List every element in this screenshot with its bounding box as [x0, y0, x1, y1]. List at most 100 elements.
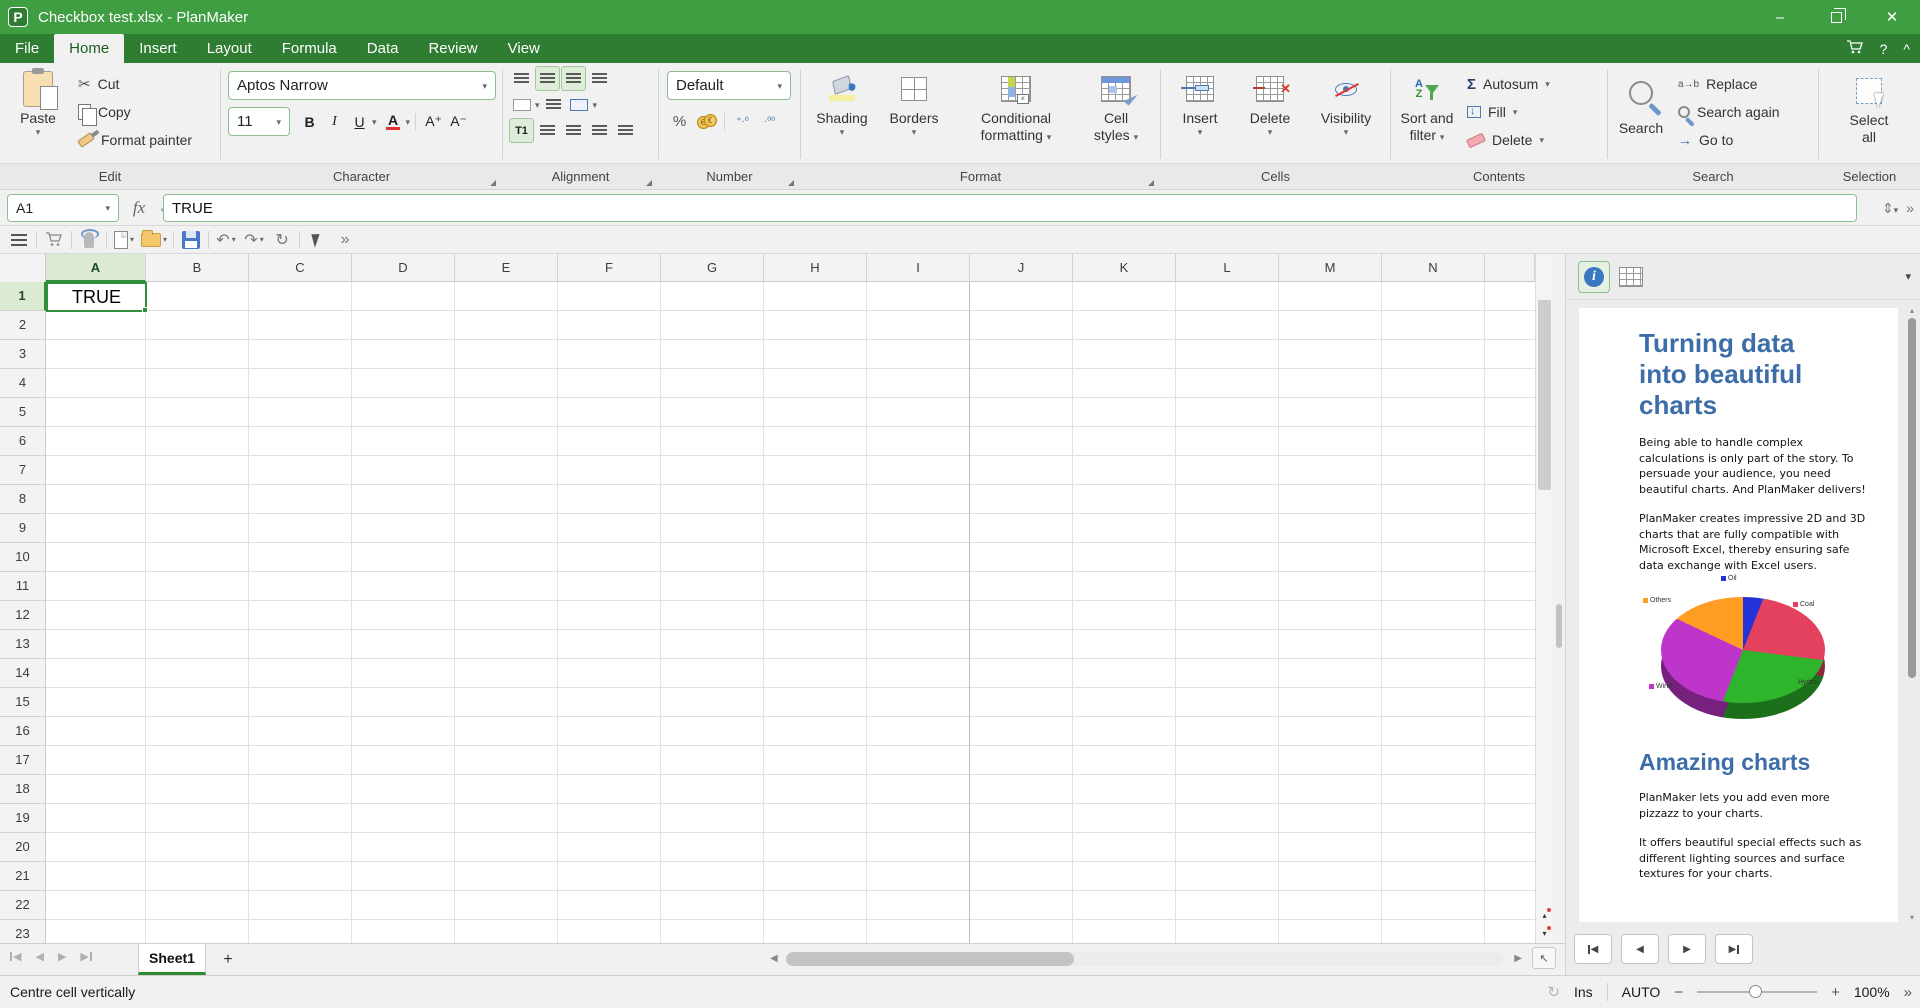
- sidebar-scrollbar[interactable]: ▴ ▾: [1907, 306, 1917, 922]
- goto-button[interactable]: → Go to: [1678, 126, 1780, 154]
- row-header-22[interactable]: 22: [0, 891, 46, 920]
- column-header-L[interactable]: L: [1176, 254, 1279, 282]
- font-size-combo[interactable]: 11 ▾: [228, 107, 290, 136]
- previous-page-button[interactable]: ▴: [1535, 906, 1553, 924]
- sync-icon[interactable]: ↻: [1547, 983, 1560, 1001]
- save-button[interactable]: [180, 228, 202, 252]
- collapse-ribbon-icon[interactable]: ^: [1903, 41, 1910, 57]
- zoom-slider[interactable]: [1697, 985, 1818, 998]
- shading-button[interactable]: Shading ▾: [809, 68, 875, 137]
- row-header-13[interactable]: 13: [0, 630, 46, 659]
- row-header-21[interactable]: 21: [0, 862, 46, 891]
- column-header-partial[interactable]: [1485, 254, 1535, 282]
- calc-mode-indicator[interactable]: AUTO: [1622, 984, 1661, 1000]
- row-header-10[interactable]: 10: [0, 543, 46, 572]
- row-header-18[interactable]: 18: [0, 775, 46, 804]
- restore-button[interactable]: [1808, 0, 1864, 34]
- column-header-J[interactable]: J: [970, 254, 1073, 282]
- object-mode-button[interactable]: [306, 228, 328, 252]
- select-all-corner[interactable]: [0, 254, 46, 282]
- justify-vertical-button[interactable]: [587, 66, 612, 91]
- prev-page-button[interactable]: ◀: [1621, 934, 1659, 964]
- menu-data[interactable]: Data: [352, 34, 414, 63]
- row-header-11[interactable]: 11: [0, 572, 46, 601]
- font-name-combo[interactable]: Aptos Narrow ▾: [228, 71, 496, 100]
- merge-cells-dropdown[interactable]: ▾: [593, 100, 598, 110]
- cell-border-button[interactable]: [509, 92, 534, 117]
- sidebar-info-tab[interactable]: i: [1578, 260, 1610, 293]
- select-all-button[interactable]: Select all: [1837, 70, 1901, 146]
- new-document-button[interactable]: ▾: [113, 228, 135, 252]
- align-right-button[interactable]: [587, 118, 612, 143]
- shrink-font-button[interactable]: A⁻: [446, 109, 471, 134]
- underline-dropdown[interactable]: ▾: [372, 117, 377, 127]
- sidebar-toggle-icon[interactable]: [8, 228, 30, 252]
- sort-filter-button[interactable]: AZ Sort and filter ▾: [1395, 68, 1459, 144]
- row-header-20[interactable]: 20: [0, 833, 46, 862]
- next-page-button[interactable]: ▶: [1668, 934, 1706, 964]
- formula-bar-overflow-icon[interactable]: »: [1906, 200, 1914, 216]
- underline-button[interactable]: U: [347, 109, 372, 134]
- first-page-button[interactable]: ◀: [1574, 934, 1612, 964]
- font-color-dropdown[interactable]: ▾: [406, 117, 411, 127]
- fill-handle[interactable]: [142, 307, 148, 313]
- horizontal-scrollbar[interactable]: ◀ ▶: [770, 949, 1522, 969]
- scroll-right-icon[interactable]: ▶: [1514, 953, 1522, 964]
- menu-view[interactable]: View: [493, 34, 555, 63]
- row-header-6[interactable]: 6: [0, 427, 46, 456]
- remove-decimal-button[interactable]: ·⁰⁰: [757, 109, 782, 134]
- horizontal-scrollbar-thumb[interactable]: [786, 952, 1074, 966]
- percent-format-button[interactable]: %: [667, 109, 692, 134]
- toolbar-overflow-icon[interactable]: »: [334, 228, 356, 252]
- delete-cells-button[interactable]: ✕ Delete ▾: [1239, 68, 1301, 137]
- autosum-button[interactable]: Σ Autosum ▾: [1467, 70, 1550, 98]
- conditional-formatting-button[interactable]: ≤ Conditional formatting ▾: [961, 68, 1071, 144]
- font-color-button[interactable]: A: [381, 109, 406, 134]
- column-header-A[interactable]: A: [46, 254, 146, 282]
- row-header-5[interactable]: 5: [0, 398, 46, 427]
- borders-button[interactable]: Borders ▾: [883, 68, 945, 137]
- shop-cart-icon[interactable]: [43, 228, 65, 252]
- search-button[interactable]: Search: [1610, 72, 1672, 137]
- sidebar-options-dropdown[interactable]: ▾: [1905, 270, 1911, 283]
- row-header-7[interactable]: 7: [0, 456, 46, 485]
- format-dialog-launcher[interactable]: [1148, 180, 1154, 186]
- column-header-I[interactable]: I: [867, 254, 970, 282]
- cell-styles-button[interactable]: Cell styles ▾: [1081, 68, 1151, 144]
- justify-button[interactable]: [613, 118, 638, 143]
- repeat-button[interactable]: ↻: [271, 228, 293, 252]
- first-sheet-button[interactable]: ◀: [10, 950, 21, 963]
- number-format-combo[interactable]: Default ▾: [667, 71, 791, 100]
- text-orientation-button[interactable]: T1: [509, 118, 534, 143]
- cut-button[interactable]: ✂ Cut: [78, 70, 192, 98]
- close-button[interactable]: ✕: [1864, 0, 1920, 34]
- row-header-3[interactable]: 3: [0, 340, 46, 369]
- minimize-button[interactable]: –: [1752, 0, 1808, 34]
- bold-button[interactable]: B: [297, 109, 322, 134]
- format-painter-button[interactable]: Format painter: [77, 126, 192, 154]
- column-header-E[interactable]: E: [455, 254, 558, 282]
- align-left-button[interactable]: [535, 118, 560, 143]
- zoom-level[interactable]: 100%: [1854, 984, 1890, 1000]
- undo-button[interactable]: ↶ ▾: [215, 228, 237, 252]
- sidebar-splitter-grip[interactable]: [1556, 604, 1562, 648]
- formula-bar-expand-icon[interactable]: ⇕▾: [1882, 200, 1898, 217]
- prev-sheet-button[interactable]: ◀: [35, 950, 43, 963]
- menu-file[interactable]: File: [0, 34, 54, 63]
- vertical-scrollbar-thumb[interactable]: [1538, 300, 1551, 490]
- center-vertically-button[interactable]: [535, 66, 560, 91]
- align-bottom-button[interactable]: [561, 66, 586, 91]
- active-cell-a1[interactable]: TRUE: [46, 282, 148, 313]
- next-sheet-button[interactable]: ▶: [58, 950, 66, 963]
- row-header-4[interactable]: 4: [0, 369, 46, 398]
- column-header-D[interactable]: D: [352, 254, 455, 282]
- formula-input[interactable]: TRUE: [163, 194, 1857, 222]
- character-dialog-launcher[interactable]: [490, 180, 496, 186]
- sheet-tab-sheet1[interactable]: Sheet1: [138, 944, 206, 975]
- add-sheet-button[interactable]: +: [216, 948, 240, 972]
- row-header-15[interactable]: 15: [0, 688, 46, 717]
- help-icon[interactable]: ?: [1880, 41, 1888, 57]
- italic-button[interactable]: I: [322, 109, 347, 134]
- redo-button[interactable]: ↷ ▾: [243, 228, 265, 252]
- copy-button[interactable]: Copy: [78, 98, 192, 126]
